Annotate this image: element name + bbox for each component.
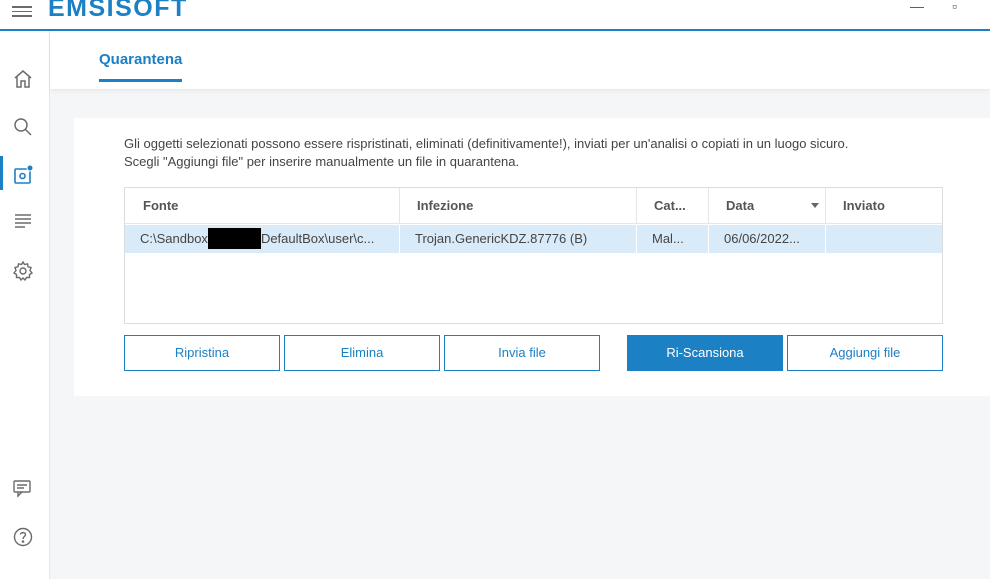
menu-icon[interactable] [12,6,32,18]
help-icon[interactable] [12,526,34,548]
column-inviato[interactable]: Inviato [825,188,942,224]
redacted-block [207,228,261,250]
search-icon[interactable] [12,116,34,138]
delete-button[interactable]: Elimina [284,335,440,371]
tab-bar: Quarantena [50,31,990,89]
logs-icon[interactable] [12,211,34,233]
cell-data: 06/06/2022... [708,225,825,253]
column-infezione[interactable]: Infezione [399,188,636,224]
send-file-button[interactable]: Invia file [444,335,600,371]
tab-quarantena[interactable]: Quarantena [99,51,183,82]
maximize-button[interactable]: ▫ [952,0,957,14]
app-logo: EMSISOFT [48,0,188,22]
active-indicator [0,156,3,190]
column-categoria[interactable]: Cat... [636,188,708,224]
cell-fonte: C:\Sandbox DefaultBox\user\c... [125,225,399,253]
sidebar [0,31,50,579]
rescan-button[interactable]: Ri-Scansiona [627,335,783,371]
quarantine-panel: Gli oggetti selezionati possono essere r… [74,118,990,396]
fonte-suffix: DefaultBox\user\c... [260,231,375,246]
home-icon[interactable] [12,68,34,90]
cell-categoria: Mal... [636,225,708,253]
title-bar: EMSISOFT — ▫ [0,0,990,31]
cell-inviato [825,225,942,253]
cell-infezione: Trojan.GenericKDZ.87776 (B) [399,225,636,253]
fonte-prefix: C:\Sandbox [140,231,208,246]
quarantine-icon[interactable] [12,164,34,186]
sort-desc-icon [811,203,819,208]
gear-icon[interactable] [12,260,34,282]
table-header: Fonte Infezione Cat... Data Inviato [125,188,942,224]
column-data-label: Data [726,198,755,213]
column-fonte[interactable]: Fonte [125,188,399,224]
restore-button[interactable]: Ripristina [124,335,280,371]
quarantine-table: Fonte Infezione Cat... Data Inviato C:\S… [124,187,943,324]
column-data[interactable]: Data [708,188,825,224]
chat-icon[interactable] [12,478,34,500]
add-file-button[interactable]: Aggiungi file [787,335,943,371]
minimize-button[interactable]: — [910,0,924,14]
description: Gli oggetti selezionati possono essere r… [124,135,848,171]
description-line-2: Scegli "Aggiungi file" per inserire manu… [124,154,520,169]
table-row[interactable]: C:\Sandbox DefaultBox\user\c... Trojan.Ge… [125,225,942,253]
description-line-1: Gli oggetti selezionati possono essere r… [124,136,849,151]
